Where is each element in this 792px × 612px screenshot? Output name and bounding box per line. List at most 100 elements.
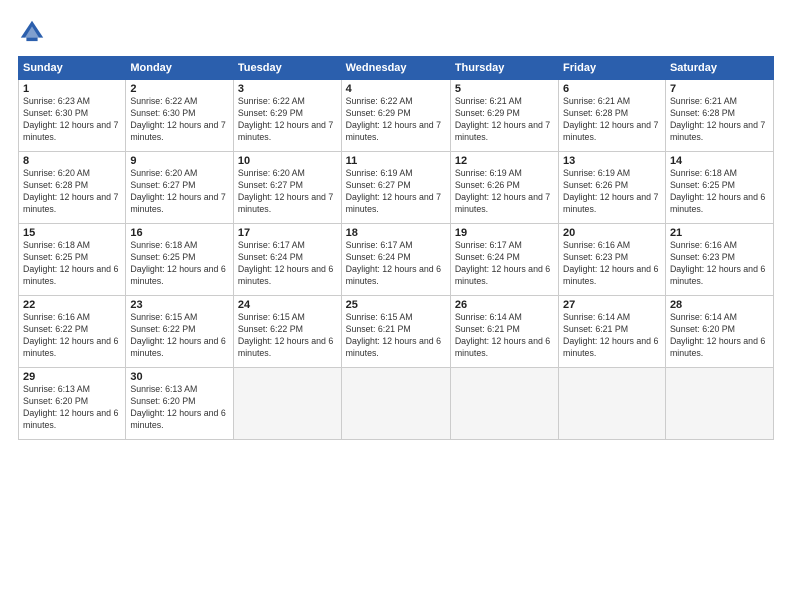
calendar-cell: 14Sunrise: 6:18 AMSunset: 6:25 PMDayligh…	[665, 152, 773, 224]
calendar-cell	[665, 368, 773, 440]
day-info: Sunrise: 6:18 AMSunset: 6:25 PMDaylight:…	[23, 240, 121, 288]
day-info: Sunrise: 6:14 AMSunset: 6:21 PMDaylight:…	[455, 312, 554, 360]
day-number: 23	[130, 299, 229, 311]
calendar-cell: 19Sunrise: 6:17 AMSunset: 6:24 PMDayligh…	[450, 224, 558, 296]
day-info: Sunrise: 6:19 AMSunset: 6:26 PMDaylight:…	[563, 168, 661, 216]
day-number: 24	[238, 299, 337, 311]
day-info: Sunrise: 6:20 AMSunset: 6:28 PMDaylight:…	[23, 168, 121, 216]
day-info: Sunrise: 6:21 AMSunset: 6:28 PMDaylight:…	[670, 96, 769, 144]
day-info: Sunrise: 6:19 AMSunset: 6:26 PMDaylight:…	[455, 168, 554, 216]
day-number: 22	[23, 299, 121, 311]
day-info: Sunrise: 6:14 AMSunset: 6:20 PMDaylight:…	[670, 312, 769, 360]
calendar-week-4: 22Sunrise: 6:16 AMSunset: 6:22 PMDayligh…	[19, 296, 774, 368]
calendar-cell: 21Sunrise: 6:16 AMSunset: 6:23 PMDayligh…	[665, 224, 773, 296]
weekday-header-row: SundayMondayTuesdayWednesdayThursdayFrid…	[19, 57, 774, 80]
header	[18, 18, 774, 46]
weekday-header-friday: Friday	[559, 57, 666, 80]
day-number: 3	[238, 83, 337, 95]
day-info: Sunrise: 6:23 AMSunset: 6:30 PMDaylight:…	[23, 96, 121, 144]
calendar-cell: 28Sunrise: 6:14 AMSunset: 6:20 PMDayligh…	[665, 296, 773, 368]
calendar-cell: 16Sunrise: 6:18 AMSunset: 6:25 PMDayligh…	[126, 224, 234, 296]
weekday-header-monday: Monday	[126, 57, 234, 80]
calendar-cell: 24Sunrise: 6:15 AMSunset: 6:22 PMDayligh…	[233, 296, 341, 368]
day-info: Sunrise: 6:14 AMSunset: 6:21 PMDaylight:…	[563, 312, 661, 360]
day-number: 8	[23, 155, 121, 167]
calendar-cell	[233, 368, 341, 440]
day-number: 10	[238, 155, 337, 167]
day-number: 19	[455, 227, 554, 239]
day-info: Sunrise: 6:13 AMSunset: 6:20 PMDaylight:…	[130, 384, 229, 432]
calendar-cell: 17Sunrise: 6:17 AMSunset: 6:24 PMDayligh…	[233, 224, 341, 296]
day-number: 25	[346, 299, 446, 311]
calendar-cell: 12Sunrise: 6:19 AMSunset: 6:26 PMDayligh…	[450, 152, 558, 224]
day-number: 6	[563, 83, 661, 95]
day-info: Sunrise: 6:16 AMSunset: 6:23 PMDaylight:…	[670, 240, 769, 288]
day-number: 30	[130, 371, 229, 383]
calendar-cell: 30Sunrise: 6:13 AMSunset: 6:20 PMDayligh…	[126, 368, 234, 440]
calendar-week-3: 15Sunrise: 6:18 AMSunset: 6:25 PMDayligh…	[19, 224, 774, 296]
day-number: 28	[670, 299, 769, 311]
calendar-cell: 6Sunrise: 6:21 AMSunset: 6:28 PMDaylight…	[559, 80, 666, 152]
calendar-cell	[341, 368, 450, 440]
calendar-week-2: 8Sunrise: 6:20 AMSunset: 6:28 PMDaylight…	[19, 152, 774, 224]
day-info: Sunrise: 6:15 AMSunset: 6:22 PMDaylight:…	[130, 312, 229, 360]
calendar-cell	[450, 368, 558, 440]
day-info: Sunrise: 6:16 AMSunset: 6:22 PMDaylight:…	[23, 312, 121, 360]
day-number: 7	[670, 83, 769, 95]
day-info: Sunrise: 6:20 AMSunset: 6:27 PMDaylight:…	[238, 168, 337, 216]
day-info: Sunrise: 6:22 AMSunset: 6:29 PMDaylight:…	[346, 96, 446, 144]
logo	[18, 18, 50, 46]
calendar-cell: 8Sunrise: 6:20 AMSunset: 6:28 PMDaylight…	[19, 152, 126, 224]
calendar-cell: 26Sunrise: 6:14 AMSunset: 6:21 PMDayligh…	[450, 296, 558, 368]
calendar-cell: 15Sunrise: 6:18 AMSunset: 6:25 PMDayligh…	[19, 224, 126, 296]
calendar-cell: 1Sunrise: 6:23 AMSunset: 6:30 PMDaylight…	[19, 80, 126, 152]
calendar-cell: 25Sunrise: 6:15 AMSunset: 6:21 PMDayligh…	[341, 296, 450, 368]
day-number: 26	[455, 299, 554, 311]
day-number: 4	[346, 83, 446, 95]
day-info: Sunrise: 6:16 AMSunset: 6:23 PMDaylight:…	[563, 240, 661, 288]
weekday-header-thursday: Thursday	[450, 57, 558, 80]
calendar-cell: 23Sunrise: 6:15 AMSunset: 6:22 PMDayligh…	[126, 296, 234, 368]
calendar-cell: 3Sunrise: 6:22 AMSunset: 6:29 PMDaylight…	[233, 80, 341, 152]
calendar-cell	[559, 368, 666, 440]
calendar-cell: 10Sunrise: 6:20 AMSunset: 6:27 PMDayligh…	[233, 152, 341, 224]
day-info: Sunrise: 6:22 AMSunset: 6:29 PMDaylight:…	[238, 96, 337, 144]
day-number: 5	[455, 83, 554, 95]
day-info: Sunrise: 6:18 AMSunset: 6:25 PMDaylight:…	[130, 240, 229, 288]
day-number: 9	[130, 155, 229, 167]
calendar-cell: 9Sunrise: 6:20 AMSunset: 6:27 PMDaylight…	[126, 152, 234, 224]
calendar-week-1: 1Sunrise: 6:23 AMSunset: 6:30 PMDaylight…	[19, 80, 774, 152]
day-number: 1	[23, 83, 121, 95]
day-info: Sunrise: 6:19 AMSunset: 6:27 PMDaylight:…	[346, 168, 446, 216]
day-info: Sunrise: 6:17 AMSunset: 6:24 PMDaylight:…	[238, 240, 337, 288]
calendar-cell: 29Sunrise: 6:13 AMSunset: 6:20 PMDayligh…	[19, 368, 126, 440]
calendar-week-5: 29Sunrise: 6:13 AMSunset: 6:20 PMDayligh…	[19, 368, 774, 440]
calendar-table: SundayMondayTuesdayWednesdayThursdayFrid…	[18, 56, 774, 440]
day-info: Sunrise: 6:17 AMSunset: 6:24 PMDaylight:…	[455, 240, 554, 288]
calendar-cell: 4Sunrise: 6:22 AMSunset: 6:29 PMDaylight…	[341, 80, 450, 152]
day-number: 20	[563, 227, 661, 239]
day-number: 16	[130, 227, 229, 239]
calendar-cell: 20Sunrise: 6:16 AMSunset: 6:23 PMDayligh…	[559, 224, 666, 296]
day-info: Sunrise: 6:21 AMSunset: 6:29 PMDaylight:…	[455, 96, 554, 144]
page: SundayMondayTuesdayWednesdayThursdayFrid…	[0, 0, 792, 612]
day-number: 21	[670, 227, 769, 239]
day-info: Sunrise: 6:20 AMSunset: 6:27 PMDaylight:…	[130, 168, 229, 216]
day-number: 27	[563, 299, 661, 311]
weekday-header-sunday: Sunday	[19, 57, 126, 80]
calendar-cell: 2Sunrise: 6:22 AMSunset: 6:30 PMDaylight…	[126, 80, 234, 152]
day-number: 17	[238, 227, 337, 239]
day-info: Sunrise: 6:22 AMSunset: 6:30 PMDaylight:…	[130, 96, 229, 144]
calendar-cell: 11Sunrise: 6:19 AMSunset: 6:27 PMDayligh…	[341, 152, 450, 224]
calendar-cell: 7Sunrise: 6:21 AMSunset: 6:28 PMDaylight…	[665, 80, 773, 152]
day-number: 12	[455, 155, 554, 167]
calendar-cell: 18Sunrise: 6:17 AMSunset: 6:24 PMDayligh…	[341, 224, 450, 296]
weekday-header-tuesday: Tuesday	[233, 57, 341, 80]
day-info: Sunrise: 6:15 AMSunset: 6:21 PMDaylight:…	[346, 312, 446, 360]
calendar-cell: 22Sunrise: 6:16 AMSunset: 6:22 PMDayligh…	[19, 296, 126, 368]
day-number: 18	[346, 227, 446, 239]
calendar-cell: 5Sunrise: 6:21 AMSunset: 6:29 PMDaylight…	[450, 80, 558, 152]
calendar-cell: 13Sunrise: 6:19 AMSunset: 6:26 PMDayligh…	[559, 152, 666, 224]
day-info: Sunrise: 6:18 AMSunset: 6:25 PMDaylight:…	[670, 168, 769, 216]
weekday-header-saturday: Saturday	[665, 57, 773, 80]
